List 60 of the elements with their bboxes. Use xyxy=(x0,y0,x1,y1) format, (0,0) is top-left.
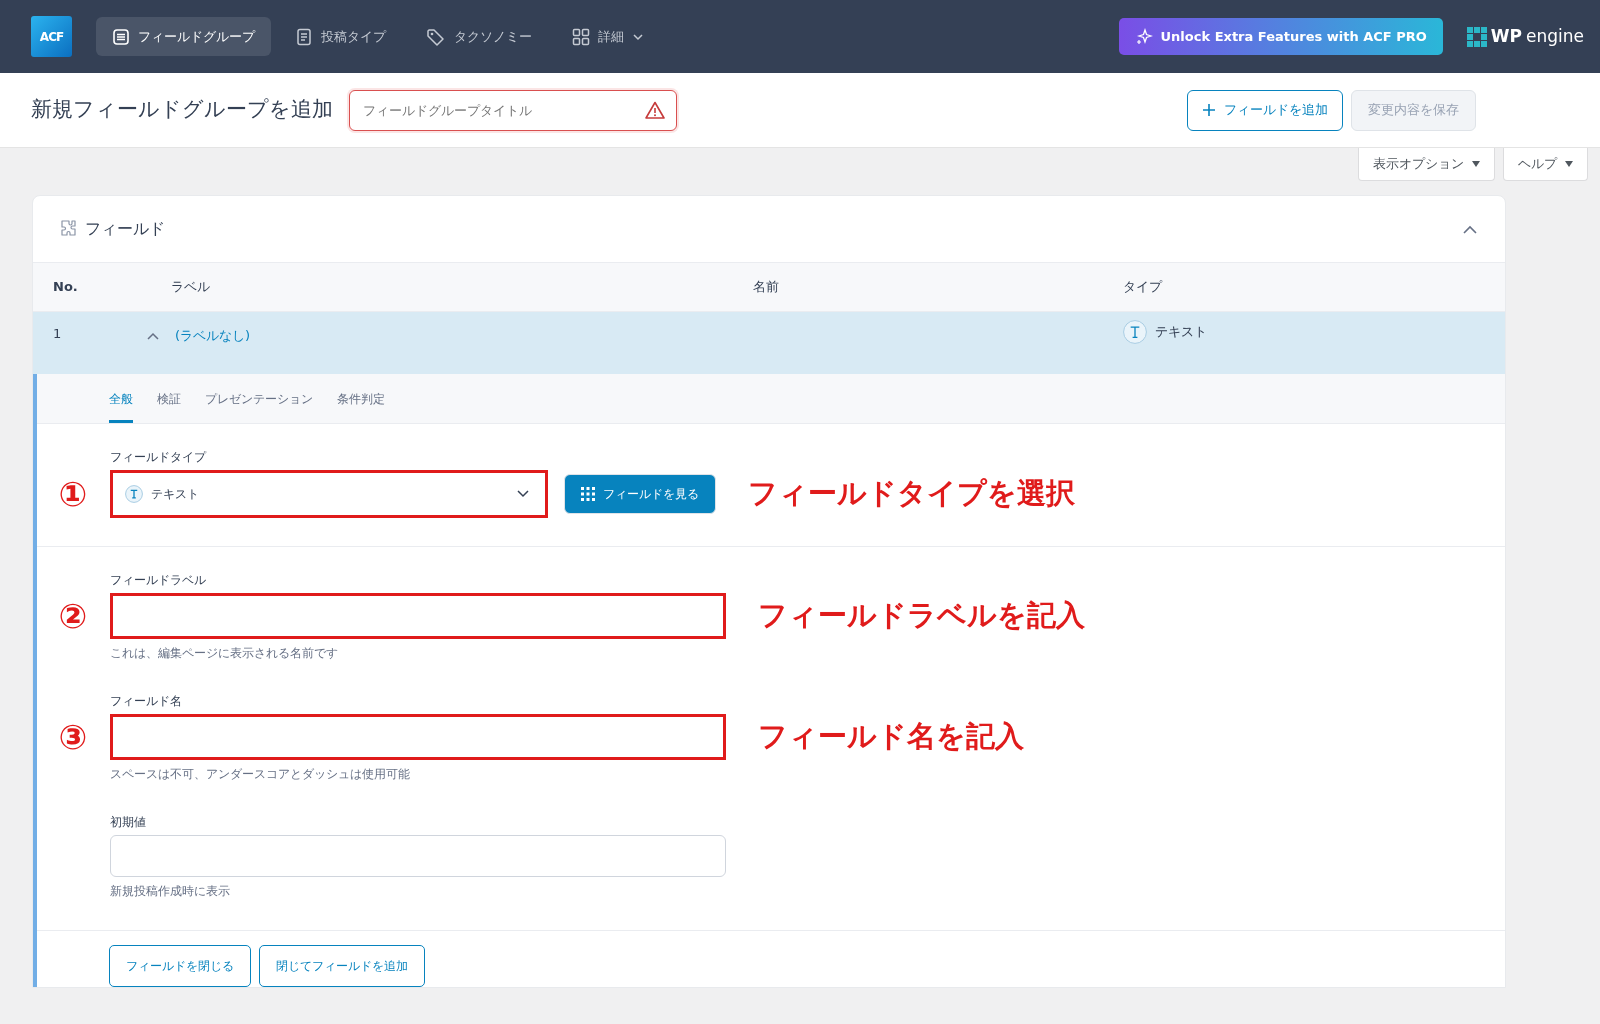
screen-tab[interactable]: ヘルプ xyxy=(1503,148,1588,181)
column-header: 名前 xyxy=(753,277,780,296)
grid-icon xyxy=(572,27,590,46)
field-label: 初期値 xyxy=(110,814,147,831)
grid-dots-icon xyxy=(581,486,595,501)
column-header: No. xyxy=(52,277,79,296)
annotation-text: フィールド名を記入 xyxy=(758,718,1024,755)
settings-tab[interactable]: 全般 xyxy=(109,389,133,423)
annotation-text: フィールドタイプを選択 xyxy=(748,474,1075,512)
column-header: タイプ xyxy=(1123,277,1162,296)
text-type-icon xyxy=(1123,319,1147,344)
field-label: フィールド名 xyxy=(110,692,183,710)
field-label: フィールドタイプ xyxy=(110,448,208,466)
acf-logo[interactable]: ACF xyxy=(31,16,72,57)
plus-icon xyxy=(1202,103,1216,117)
brand-mark: WP xyxy=(1490,24,1522,48)
chevron-down-icon xyxy=(517,489,529,498)
tag-icon xyxy=(426,27,446,46)
sparkle-icon xyxy=(1134,27,1153,46)
help-text: 新規投稿作成時に表示 xyxy=(110,883,231,900)
field-type-select[interactable]: テキスト xyxy=(110,469,548,518)
field-type: テキスト xyxy=(1155,322,1207,341)
footer-button[interactable]: 閉じてフィールドを追加 xyxy=(259,945,425,988)
text-type-icon xyxy=(125,484,143,503)
document-icon xyxy=(295,27,313,46)
chevron-up-icon xyxy=(147,332,159,340)
step-number: ③ xyxy=(57,719,89,754)
field-label: フィールドラベル xyxy=(110,571,207,589)
input-field[interactable] xyxy=(110,592,726,639)
help-text: スペースは不可、アンダースコアとダッシュは使用可能 xyxy=(110,765,411,783)
field-label-link[interactable]: (ラベルなし) xyxy=(175,325,251,346)
screen-tab[interactable]: 表示オプション xyxy=(1358,148,1495,181)
add-field-button[interactable]: フィールドを追加 xyxy=(1187,89,1343,131)
caret-down-icon xyxy=(1472,160,1480,167)
footer-button[interactable]: フィールドを閉じる xyxy=(109,945,251,988)
input-field[interactable] xyxy=(110,713,726,760)
page-title: 新規フィールドグループを追加 xyxy=(31,96,333,124)
row-number: 1 xyxy=(52,324,63,343)
settings-tab[interactable]: 検証 xyxy=(157,389,181,423)
brand-name: engine xyxy=(1526,24,1584,48)
list-icon xyxy=(112,27,130,46)
help-text: これは、編集ページに表示される名前です xyxy=(110,644,339,662)
title-field[interactable]: フィールドグループタイトル xyxy=(349,89,677,131)
upgrade-button[interactable]: Unlock Extra Features with ACF PRO xyxy=(1118,17,1443,56)
panel-title: フィールド xyxy=(85,217,165,240)
nav-tab[interactable]: 詳細 xyxy=(556,16,660,57)
nav-tab[interactable]: フィールドグループ xyxy=(96,16,271,57)
column-header: ラベル xyxy=(170,277,211,296)
caret-down-icon xyxy=(1565,160,1573,167)
brand-logo-icon xyxy=(1466,26,1487,47)
annotation-text: フィールドラベルを記入 xyxy=(758,596,1085,634)
nav-tab[interactable]: 投稿タイプ xyxy=(279,16,402,57)
step-number: ① xyxy=(57,476,89,511)
settings-tab[interactable]: 条件判定 xyxy=(337,389,385,423)
chevron-up-icon xyxy=(1463,224,1477,234)
nav-tab[interactable]: タクソノミー xyxy=(410,16,548,57)
warning-icon xyxy=(645,100,665,119)
browse-fields-button[interactable]: フィールドを見る xyxy=(564,473,716,514)
step-number: ② xyxy=(57,598,89,633)
settings-tab[interactable]: プレゼンテーション xyxy=(205,389,313,423)
